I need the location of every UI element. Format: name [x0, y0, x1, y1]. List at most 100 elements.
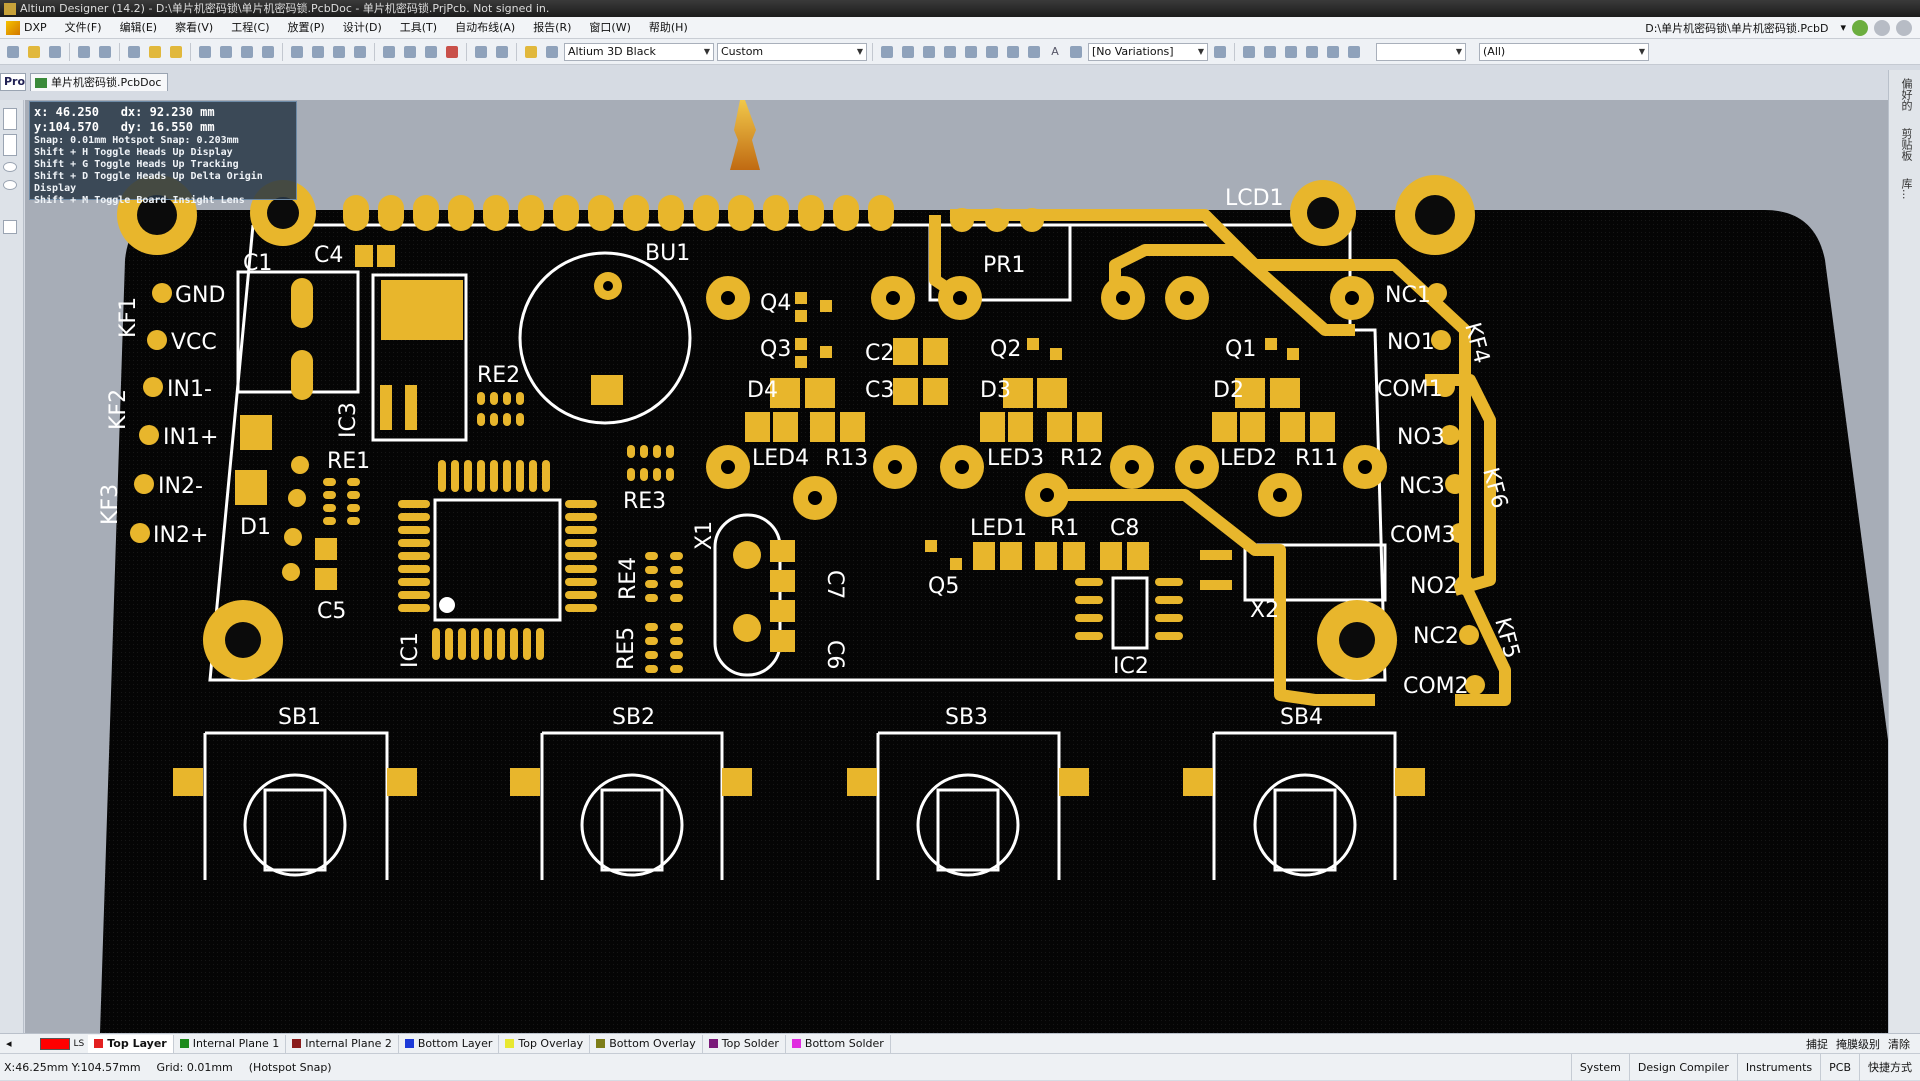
panel-tab-favorites[interactable]: 偏好的 — [1898, 78, 1914, 111]
browse-components-icon[interactable] — [543, 43, 561, 61]
interactive-route-icon[interactable] — [878, 43, 896, 61]
place-fill-icon[interactable] — [1004, 43, 1022, 61]
alignment-icon[interactable] — [1261, 43, 1279, 61]
left-panel-radio[interactable] — [3, 162, 17, 172]
menu-view[interactable]: 察看(V) — [166, 17, 222, 39]
zoom-selected-icon[interactable] — [238, 43, 256, 61]
menu-place[interactable]: 放置(P) — [278, 17, 333, 39]
layer-tab-bottom-layer[interactable]: Bottom Layer — [399, 1034, 500, 1053]
menu-design[interactable]: 设计(D) — [334, 17, 391, 39]
back-icon[interactable] — [1852, 19, 1868, 36]
zoom-area-icon[interactable] — [217, 43, 235, 61]
find-selection-icon[interactable] — [1282, 43, 1300, 61]
design-compiler-panel-button[interactable]: Design Compiler — [1628, 1053, 1737, 1081]
layer-tab-internal-plane-2[interactable]: Internal Plane 2 — [286, 1034, 399, 1053]
label-in1-plus: IN1+ — [163, 425, 218, 450]
print-preview-icon[interactable] — [96, 43, 114, 61]
panel-tab-clipboard[interactable]: 剪贴板 — [1898, 128, 1914, 161]
new-icon[interactable] — [4, 43, 22, 61]
pcb-view[interactable]: C1 C4 GND VCC IN1- IN1+ IN2- IN2+ KF1 KF… — [25, 100, 1888, 1033]
pcb-document-tab[interactable]: 单片机密码锁.PcbDoc — [30, 73, 169, 91]
menu-window[interactable]: 窗口(W) — [580, 17, 639, 39]
menu-edit[interactable]: 编辑(E) — [111, 17, 167, 39]
undo-icon[interactable] — [472, 43, 490, 61]
left-panel-button[interactable] — [3, 134, 17, 156]
utilities-icon[interactable] — [1240, 43, 1258, 61]
layer-tab-top-solder[interactable]: Top Solder — [703, 1034, 786, 1053]
left-panel-dropdown[interactable] — [3, 220, 17, 234]
layer-tab-bottom-overlay[interactable]: Bottom Overlay — [590, 1034, 703, 1053]
highlight-icon[interactable] — [522, 43, 540, 61]
place-polygon-icon[interactable] — [1025, 43, 1043, 61]
rubber-stamp-icon[interactable] — [351, 43, 369, 61]
rooms-icon[interactable] — [1303, 43, 1321, 61]
variant-manager-icon[interactable] — [1211, 43, 1229, 61]
dimensions-icon[interactable] — [1345, 43, 1363, 61]
shortcuts-panel-button[interactable]: 快捷方式 — [1859, 1053, 1920, 1081]
filter-all-select[interactable]: (All) ▼ — [1479, 42, 1649, 61]
place-via-icon[interactable] — [962, 43, 980, 61]
grids-icon[interactable] — [1324, 43, 1342, 61]
label-kf2: KF2 — [106, 389, 131, 430]
pcb-panel-button[interactable]: PCB — [1820, 1053, 1859, 1081]
clear-filter-icon[interactable] — [443, 43, 461, 61]
toolbar-separator — [516, 42, 517, 61]
place-pad-icon[interactable] — [941, 43, 959, 61]
multi-route-icon[interactable] — [920, 43, 938, 61]
place-component-icon[interactable] — [1067, 43, 1085, 61]
status-panel-buttons: System Design Compiler Instruments PCB 快… — [1570, 1053, 1920, 1081]
zoom-fit-icon[interactable] — [196, 43, 214, 61]
path-dropdown-icon[interactable]: ▾ — [1840, 21, 1846, 34]
document-path-combo[interactable]: D:\单片机密码锁\单片机密码锁.PcbD — [1639, 20, 1834, 36]
layer-tab-bottom-solder[interactable]: Bottom Solder — [786, 1034, 891, 1053]
menu-tools[interactable]: 工具(T) — [391, 17, 446, 39]
mask-level-toggle[interactable]: 掩膜级别 — [1836, 1036, 1880, 1052]
diff-pair-route-icon[interactable] — [899, 43, 917, 61]
place-arc-icon[interactable] — [983, 43, 1001, 61]
current-layer-color[interactable] — [39, 1037, 70, 1050]
move-selection-icon[interactable] — [401, 43, 419, 61]
menu-help[interactable]: 帮助(H) — [640, 17, 697, 39]
open-folder-icon[interactable] — [146, 43, 164, 61]
copy-icon[interactable] — [309, 43, 327, 61]
menu-autoroute[interactable]: 自动布线(A) — [446, 17, 524, 39]
left-panel-button[interactable] — [3, 108, 17, 130]
print-icon[interactable] — [75, 43, 93, 61]
cut-icon[interactable] — [288, 43, 306, 61]
pcb-canvas[interactable]: C1 C4 GND VCC IN1- IN1+ IN2- IN2+ KF1 KF… — [25, 100, 1888, 1033]
menu-reports[interactable]: 报告(R) — [524, 17, 580, 39]
paste-icon[interactable] — [330, 43, 348, 61]
place-string-icon[interactable]: A — [1046, 43, 1064, 61]
open-icon[interactable] — [25, 43, 43, 61]
home-icon[interactable] — [1896, 19, 1912, 36]
instruments-panel-button[interactable]: Instruments — [1736, 1053, 1820, 1081]
save-icon[interactable] — [46, 43, 64, 61]
snap-toggle[interactable]: 捕捉 — [1806, 1036, 1828, 1052]
projects-panel-tab[interactable]: Pro — [0, 73, 26, 91]
origin-marker — [730, 100, 760, 170]
menu-dxp[interactable]: DXP — [0, 17, 56, 39]
menu-file[interactable]: 文件(F) — [56, 17, 111, 39]
select-area-icon[interactable] — [380, 43, 398, 61]
layer-tab-internal-plane-1[interactable]: Internal Plane 1 — [174, 1034, 287, 1053]
layer-scroll-left-icon[interactable]: ◂ — [0, 1037, 18, 1050]
view-configuration-select[interactable]: Altium 3D Black ▼ — [564, 42, 714, 61]
menu-project[interactable]: 工程(C) — [222, 17, 278, 39]
filter-net-select[interactable]: ▼ — [1376, 42, 1466, 61]
layer-tab-top-layer[interactable]: Top Layer — [88, 1034, 174, 1053]
label-d4: D4 — [747, 378, 778, 403]
zoom-filter-icon[interactable] — [259, 43, 277, 61]
system-panel-button[interactable]: System — [1570, 1053, 1629, 1081]
deselect-icon[interactable] — [422, 43, 440, 61]
redo-icon[interactable] — [493, 43, 511, 61]
variations-select[interactable]: [No Variations] ▼ — [1088, 42, 1208, 61]
layer-set-button[interactable]: LS — [74, 1039, 85, 1049]
layer-tab-top-overlay[interactable]: Top Overlay — [499, 1034, 591, 1053]
view-custom-select[interactable]: Custom ▼ — [717, 42, 867, 61]
left-panel-radio[interactable] — [3, 180, 17, 190]
browse-icon[interactable] — [167, 43, 185, 61]
layer-stack-icon[interactable] — [125, 43, 143, 61]
forward-icon[interactable] — [1874, 19, 1890, 36]
panel-tab-libraries[interactable]: 库... — [1898, 178, 1914, 200]
clear-button[interactable]: 清除 — [1888, 1036, 1910, 1052]
